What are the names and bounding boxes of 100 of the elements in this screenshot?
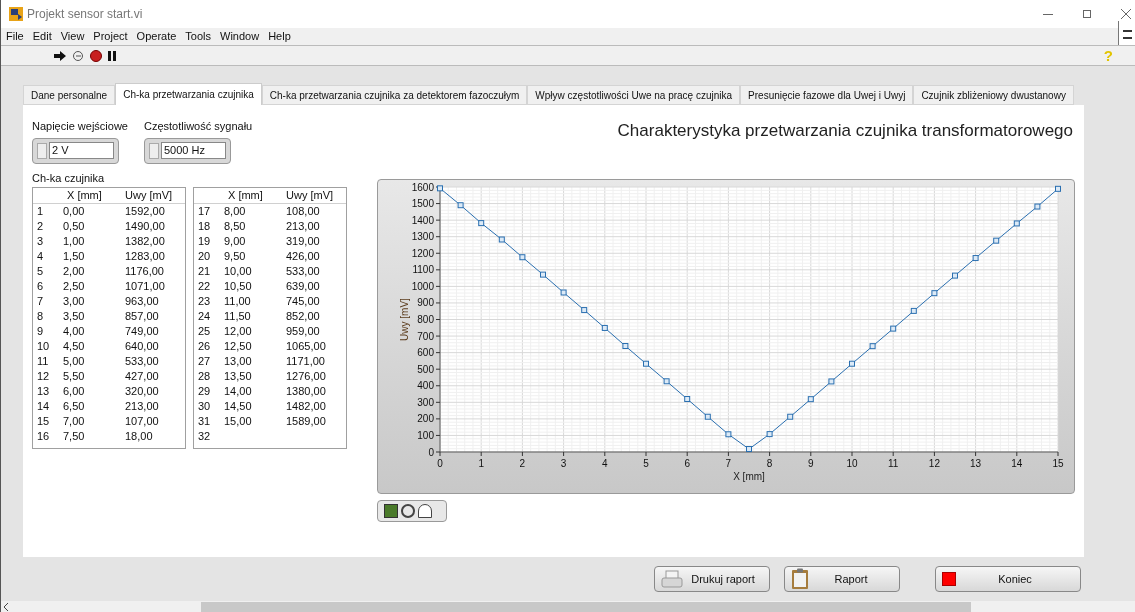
tab[interactable]: Ch-ka przetwarzania czujnika (115, 83, 262, 105)
tab[interactable]: Ch-ka przetwarzania czujnika za detektorem fazoczułym (261, 85, 528, 105)
x-tick-label: 13 (970, 457, 982, 469)
close-icon[interactable] (1121, 9, 1131, 19)
y-tick-label: 600 (417, 346, 434, 358)
row-number: 23 (197, 293, 212, 309)
table-cell-text: 14,50 (223, 398, 253, 414)
y-tick-label: 1500 (411, 197, 434, 209)
menu-item[interactable]: Window (220, 28, 260, 45)
table-cell-text: 1065,00 (285, 338, 327, 354)
control-label: Częstotliwość sygnału (144, 119, 253, 134)
y-tick-label: 200 (417, 412, 434, 424)
scrollbar-thumb[interactable] (201, 602, 971, 612)
table-cell-text: 14,00 (223, 383, 253, 399)
x-tick-label: 2 (519, 457, 526, 469)
table-cell-text: 5,00 (62, 353, 86, 369)
horizontal-scrollbar[interactable] (1, 601, 1135, 612)
abort-icon[interactable] (90, 49, 102, 62)
table-cell-text: 639,00 (285, 278, 321, 294)
clipboard-icon (791, 568, 809, 590)
restore-icon[interactable] (1083, 10, 1091, 18)
data-point (1013, 219, 1020, 226)
y-tick-label: 700 (417, 330, 434, 342)
row-number: 30 (197, 398, 212, 414)
run-arrow-icon[interactable] (54, 50, 66, 61)
row-number: 24 (197, 308, 212, 324)
column-header: X [mm] (66, 187, 103, 203)
row-number: 7 (36, 293, 45, 309)
row-number: 13 (36, 383, 51, 399)
scroll-left-icon[interactable] (4, 603, 9, 611)
value-field[interactable]: 5000 Hz (161, 142, 226, 159)
row-number: 1 (36, 203, 45, 219)
data-point (849, 360, 855, 367)
menu-item[interactable]: Help (268, 28, 291, 45)
value-field[interactable]: 2 V (49, 142, 114, 159)
x-tick-label: 10 (846, 457, 858, 469)
table-cell-text: 749,00 (124, 323, 160, 339)
table-cell-text: 1382,00 (124, 233, 166, 249)
data-point (560, 289, 567, 295)
table-cell-text: 640,00 (124, 338, 160, 354)
data-point (766, 430, 773, 437)
y-tick-label: 300 (417, 396, 434, 408)
y-tick-label: 900 (417, 296, 434, 308)
printer-icon (661, 570, 683, 588)
row-number: 18 (197, 218, 212, 234)
table-cell-text: 1589,00 (285, 413, 327, 429)
table-cell-text: 533,00 (285, 263, 321, 279)
data-point (1055, 185, 1061, 192)
menu-item[interactable]: View (60, 28, 85, 45)
x-tick-label: 1 (478, 457, 484, 469)
x-tick-label: 4 (602, 457, 608, 469)
tab[interactable]: Czujnik zbliżeniowy dwustanowy (913, 85, 1074, 105)
menu-item[interactable]: Tools (185, 28, 212, 45)
column-header: X [mm] (227, 187, 264, 203)
tab[interactable]: Wpływ częstotliwości Uwe na pracę czujnika (527, 85, 741, 105)
menu-item[interactable]: File (6, 28, 24, 45)
row-number: 25 (197, 323, 212, 339)
data-point (498, 236, 505, 242)
numeric-control[interactable]: 5000 Hz (144, 137, 231, 164)
table-cell-text: 1,00 (62, 233, 86, 249)
table-cell-text: 533,00 (124, 353, 160, 369)
action-button[interactable]: Raport (784, 566, 900, 592)
table-cell-text: 4,50 (62, 338, 86, 354)
column-header: Uwy [mV] (285, 187, 335, 203)
table-cell-text: 1592,00 (124, 203, 166, 219)
graph-tools-palette[interactable] (377, 499, 447, 522)
action-button[interactable]: Drukuj raport (654, 566, 770, 592)
minimize-icon[interactable] (1043, 13, 1053, 15)
action-button[interactable]: Koniec (935, 566, 1081, 592)
data-point (952, 272, 958, 279)
table-cell-text: 10,00 (223, 263, 253, 279)
menu-item[interactable]: Operate (136, 28, 177, 45)
table-cell-text: 1276,00 (285, 368, 327, 384)
data-point (540, 271, 546, 278)
data-point (931, 289, 938, 296)
table-cell-text: 108,00 (285, 203, 321, 219)
table-cell-text: 6,00 (62, 383, 86, 399)
row-number: 26 (197, 338, 212, 354)
table-cell-text: 1,50 (62, 248, 86, 264)
data-point (437, 184, 443, 191)
chart-title: Charakterystyka przetwarzania czujnika transformatorowego (617, 120, 1073, 142)
table-cell-text: 1490,00 (124, 218, 166, 234)
row-number: 20 (197, 248, 212, 264)
x-tick-label: 6 (684, 457, 690, 469)
table-cell-text: 15,00 (223, 413, 253, 429)
data-point (478, 219, 485, 226)
y-tick-label: 800 (417, 313, 434, 325)
y-tick-label: 100 (417, 429, 434, 441)
table-cell-text: 18,00 (124, 428, 154, 444)
menu-item[interactable]: Edit (32, 28, 52, 45)
pause-icon[interactable] (108, 50, 116, 61)
table-cell-text: 1171,00 (285, 353, 326, 369)
tab[interactable]: Dane personalne (23, 85, 116, 105)
y-tick-label: 1000 (411, 280, 434, 292)
menu-item[interactable]: Project (93, 28, 128, 45)
numeric-control[interactable]: 2 V (32, 137, 119, 164)
data-point (457, 201, 464, 208)
column-header: Uwy [mV] (124, 187, 174, 203)
table-cell-text: 426,00 (285, 248, 321, 264)
tab[interactable]: Presunięcie fazowe dla Uwej i Uwyj (740, 85, 914, 105)
